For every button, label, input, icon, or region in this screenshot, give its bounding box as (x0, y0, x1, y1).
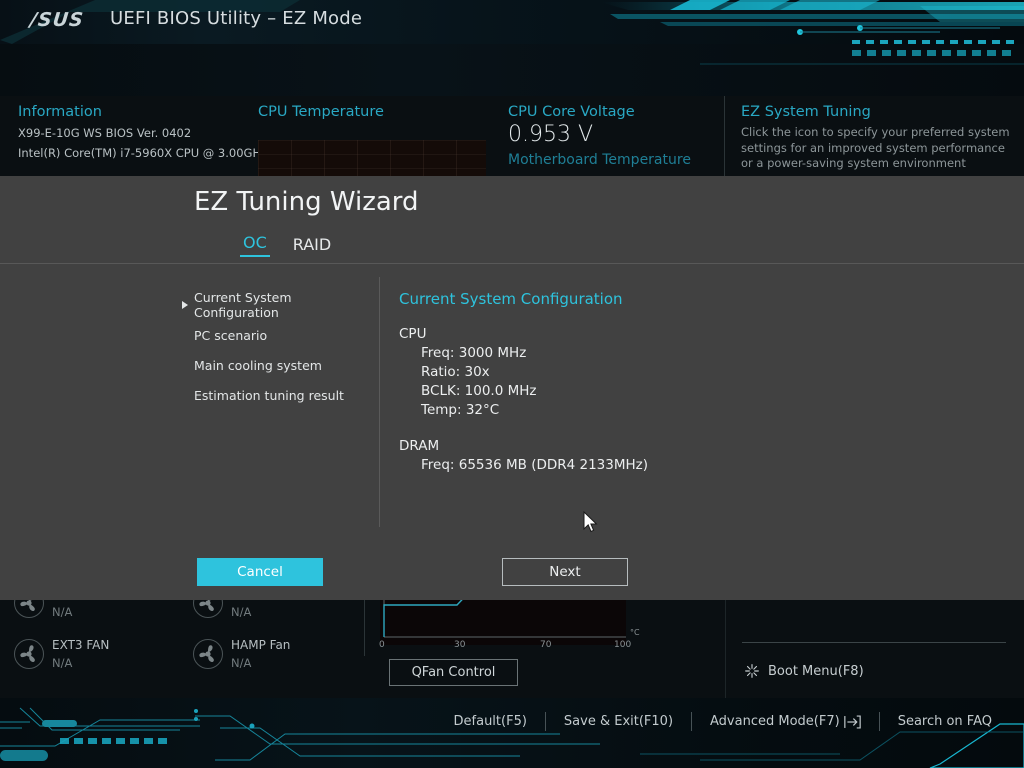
dram-group-heading: DRAM (399, 438, 440, 454)
right-rail-separator (742, 642, 1006, 643)
next-button[interactable]: Next (502, 558, 628, 586)
qfan-unit-label: °C (630, 628, 640, 637)
cpu-temperature-label: CPU Temperature (258, 104, 384, 120)
qfan-axis-label: 0 (379, 640, 385, 650)
subheader-circuit-decoration (700, 50, 1024, 65)
default-button[interactable]: Default(F5) (436, 714, 545, 729)
arrow-into-bracket-icon (843, 714, 861, 729)
save-exit-label: Save & Exit(F10) (563, 714, 674, 729)
save-and-exit-button[interactable]: Save & Exit(F10) (546, 714, 691, 729)
status-bar: 10/15/2016 Saturday 12:28 English (0, 44, 1024, 96)
ez-system-tuning-panel: EZ System Tuning Click the icon to speci… (741, 104, 1011, 172)
ez-system-tuning-label: EZ System Tuning (741, 104, 871, 120)
bottom-bar: Default(F5) Save & Exit(F10) Advanced Mo… (0, 698, 1024, 768)
advanced-mode-label: Advanced Mode(F7) (710, 714, 840, 729)
qfan-control-button[interactable]: QFan Control (389, 659, 518, 686)
sidebar-item-main-cooling-system[interactable]: Main cooling system (182, 350, 372, 380)
asus-logo: /SUS (28, 9, 86, 31)
info-strip-divider (724, 96, 725, 176)
dram-freq-row: Freq: 65536 MB (DDR4 2133MHz) (421, 457, 649, 473)
content-title: Current System Configuration (399, 290, 623, 308)
sidebar-item-pc-scenario[interactable]: PC scenario (182, 320, 372, 350)
dialog-content-panel: Current System Configuration CPU Freq: 3… (399, 290, 919, 473)
fan-item: EXT3 FAN N/A (14, 639, 109, 669)
title-bar: /SUS UEFI BIOS Utility – EZ Mode (0, 0, 1024, 44)
cpu-core-voltage-value: 0.953 V (508, 122, 594, 147)
fan-value: N/A (52, 656, 73, 670)
default-label: Default(F5) (453, 714, 527, 729)
motherboard-info: X99-E-10G WS BIOS Ver. 0402 (18, 126, 192, 140)
sidebar-item-estimation-tuning-result[interactable]: Estimation tuning result (182, 380, 372, 410)
cpu-temp-row: Temp: 32°C (421, 402, 500, 418)
qfan-axis-label: 30 (454, 640, 466, 650)
tab-raid[interactable]: RAID (290, 235, 334, 257)
sidebar-item-label: Main cooling system (194, 357, 322, 373)
qfan-axis-label: 100 (614, 640, 632, 650)
fan-item: HAMP Fan N/A (193, 639, 290, 669)
sidebar-item-label: Current System Configuration (194, 290, 292, 320)
cpu-info: Intel(R) Core(TM) i7-5960X CPU @ 3.00GHz (18, 146, 268, 160)
fan-value: N/A (231, 656, 252, 670)
cpu-temperature-panel: CPU Temperature (258, 104, 384, 120)
cpu-group-heading: CPU (399, 326, 427, 342)
fan-value: N/A (52, 605, 73, 619)
dialog-nav-list: Current System Configuration PC scenario… (182, 290, 372, 410)
fan-name: EXT3 FAN (52, 638, 110, 652)
cpu-bclk-row: BCLK: 100.0 MHz (421, 383, 537, 399)
cancel-button[interactable]: Cancel (197, 558, 323, 586)
fan-icon (14, 639, 44, 669)
search-faq-label: Search on FAQ (897, 714, 992, 729)
qfan-axis-label: 70 (540, 640, 552, 650)
fan-name: HAMP Fan (231, 638, 291, 652)
triangle-right-icon (182, 301, 188, 309)
fan-icon (193, 639, 223, 669)
footer-circuit-decoration (0, 707, 1024, 768)
dialog-title: EZ Tuning Wizard (194, 187, 419, 217)
tab-oc[interactable]: OC (240, 233, 270, 257)
sidebar-item-label: Estimation tuning result (194, 387, 344, 403)
information-label: Information (18, 104, 102, 120)
ez-system-tuning-description: Click the icon to specify your preferred… (741, 125, 1010, 170)
cpu-freq-row: Freq: 3000 MHz (421, 345, 527, 361)
fan-value: N/A (231, 605, 252, 619)
cpu-core-voltage-label: CPU Core Voltage (508, 104, 635, 120)
information-panel: Information X99-E-10G WS BIOS Ver. 0402 … (18, 104, 267, 160)
mouse-cursor (583, 511, 598, 533)
dialog-tabs: OC RAID (240, 233, 334, 257)
info-strip: Information X99-E-10G WS BIOS Ver. 0402 … (0, 96, 1024, 176)
cpu-core-voltage-panel: CPU Core Voltage 0.953 V Motherboard Tem… (508, 104, 691, 168)
sidebar-item-current-system-configuration[interactable]: Current System Configuration (182, 290, 372, 320)
cpu-temperature-graph (258, 140, 486, 176)
motherboard-temperature-label: Motherboard Temperature (508, 152, 691, 168)
page-title: UEFI BIOS Utility – EZ Mode (110, 8, 363, 29)
cpu-ratio-row: Ratio: 30x (421, 364, 490, 380)
sidebar-item-label: PC scenario (194, 327, 268, 343)
advanced-mode-button[interactable]: Advanced Mode(F7) (692, 714, 879, 729)
bottom-bar-items: Default(F5) Save & Exit(F10) Advanced Mo… (436, 712, 1010, 731)
dialog-header-separator (0, 263, 1024, 264)
search-on-faq-button[interactable]: Search on FAQ (880, 714, 1010, 729)
content-gap (399, 418, 919, 434)
dialog-nav-divider (379, 277, 380, 527)
starburst-icon (744, 663, 760, 679)
boot-menu-button[interactable]: Boot Menu(F8) (744, 663, 864, 679)
boot-menu-label: Boot Menu(F8) (768, 663, 864, 679)
bios-ez-mode-screen: /SUS UEFI BIOS Utility – EZ Mode 10/15/2… (0, 0, 1024, 768)
